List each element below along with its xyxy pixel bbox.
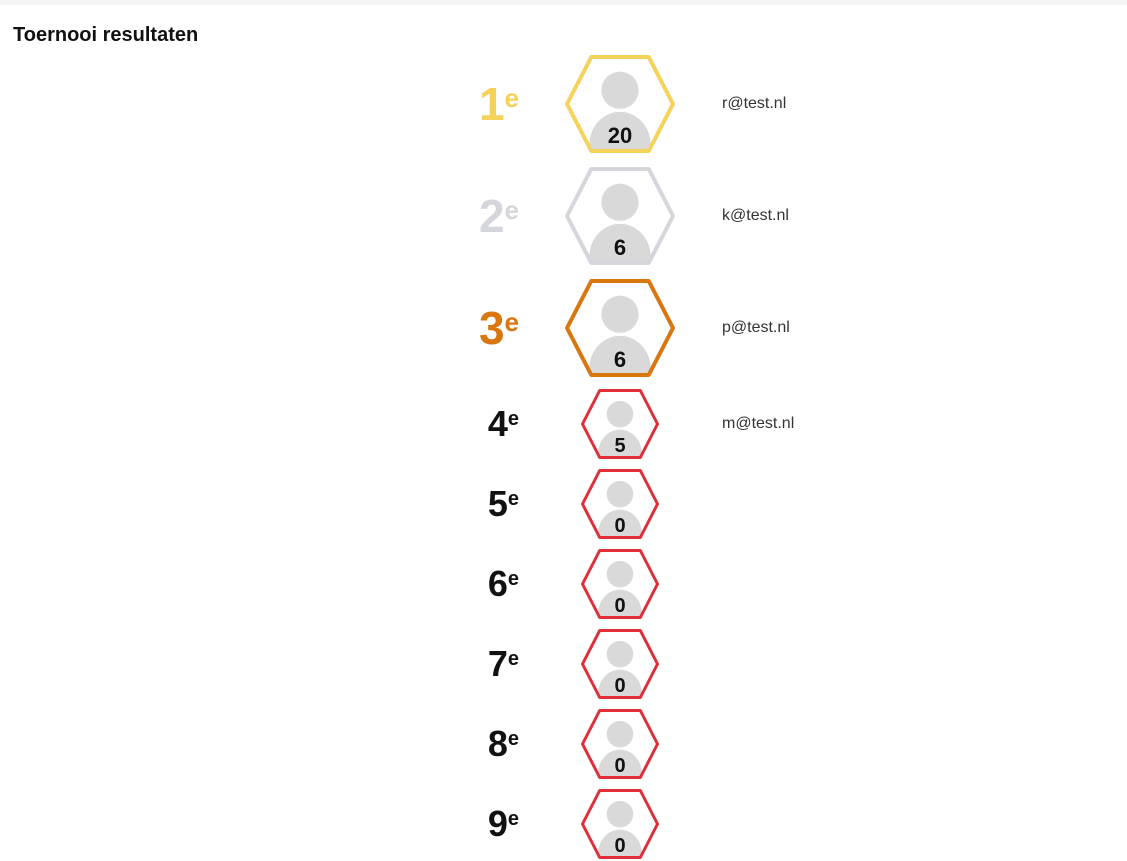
player-score: 6 xyxy=(613,235,627,260)
rank-number: 2 xyxy=(478,190,505,242)
rank-label: 5e xyxy=(488,486,519,522)
player-score: 5 xyxy=(614,435,626,457)
rank-suffix: e xyxy=(507,648,519,670)
results-list: 1e 20 r@test.nl 2e 6 k@test.nl 3e 6 p@test.nl 4e 5… xyxy=(0,0,1127,861)
rank-suffix: e xyxy=(507,808,519,830)
rank-number: 8 xyxy=(487,723,508,764)
player-avatar: 0 xyxy=(581,709,659,779)
rank-number: 1 xyxy=(478,78,505,130)
player-avatar: 0 xyxy=(581,629,659,699)
rank-label: 9e xyxy=(488,806,519,842)
player-score: 20 xyxy=(607,123,633,148)
rank-label: 8e xyxy=(488,726,519,762)
player-avatar: 20 xyxy=(565,55,675,153)
rank-label: 3e xyxy=(479,305,519,351)
rank-suffix: e xyxy=(504,195,519,225)
rank-label: 1e xyxy=(479,81,519,127)
rank-number: 7 xyxy=(487,643,508,684)
player-score: 0 xyxy=(614,595,626,617)
rank-label: 2e xyxy=(479,193,519,239)
player-score: 0 xyxy=(614,755,626,777)
rank-label: 7e xyxy=(488,646,519,682)
rank-number: 5 xyxy=(487,483,508,524)
player-avatar: 0 xyxy=(581,549,659,619)
rank-suffix: e xyxy=(507,728,519,750)
rank-label: 4e xyxy=(488,406,519,442)
player-score: 0 xyxy=(614,675,626,697)
rank-suffix: e xyxy=(507,408,519,430)
player-score: 0 xyxy=(614,515,626,537)
rank-suffix: e xyxy=(504,83,519,113)
player-score: 6 xyxy=(613,347,627,372)
player-score: 0 xyxy=(614,835,626,857)
rank-suffix: e xyxy=(504,307,519,337)
player-avatar: 6 xyxy=(565,279,675,377)
player-avatar: 5 xyxy=(581,389,659,459)
player-avatar: 0 xyxy=(581,789,659,859)
player-email: p@test.nl xyxy=(722,319,790,336)
player-email: k@test.nl xyxy=(722,207,789,224)
player-avatar: 0 xyxy=(581,469,659,539)
player-email: r@test.nl xyxy=(722,95,787,112)
player-email: m@test.nl xyxy=(722,415,795,432)
rank-number: 3 xyxy=(478,302,505,354)
rank-number: 6 xyxy=(487,563,508,604)
rank-suffix: e xyxy=(507,568,519,590)
player-avatar: 6 xyxy=(565,167,675,265)
rank-suffix: e xyxy=(507,488,519,510)
rank-number: 4 xyxy=(487,403,508,444)
rank-number: 9 xyxy=(487,803,508,844)
rank-label: 6e xyxy=(488,566,519,602)
